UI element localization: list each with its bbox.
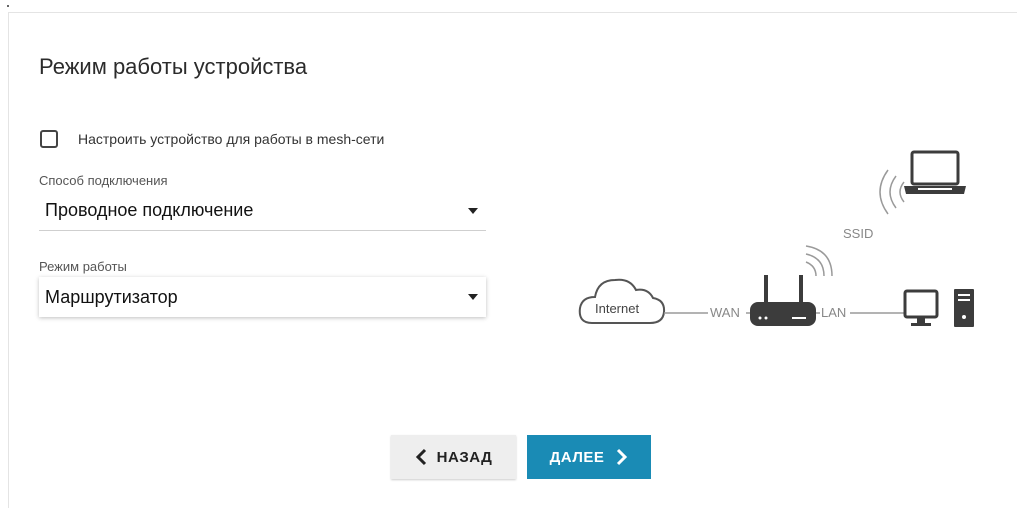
- laptop-wifi-waves-icon: [879, 169, 905, 215]
- work-mode-select[interactable]: Маршрутизатор: [39, 277, 486, 317]
- next-button[interactable]: ДАЛЕЕ: [527, 435, 651, 479]
- mesh-option[interactable]: Настроить устройство для работы в mesh-с…: [40, 130, 384, 148]
- lan-label: LAN: [821, 305, 847, 320]
- mesh-checkbox[interactable]: [40, 130, 58, 148]
- wan-label: WAN: [710, 305, 740, 320]
- laptop-icon: [904, 150, 966, 194]
- connection-type-label: Способ подключения: [39, 173, 168, 188]
- ssid-label: SSID: [843, 226, 874, 241]
- connection-type-value: Проводное подключение: [45, 200, 254, 220]
- page-title: Режим работы устройства: [39, 54, 308, 79]
- back-button[interactable]: НАЗАД: [391, 435, 516, 479]
- chevron-right-icon: [617, 448, 628, 466]
- router-icon: [750, 275, 816, 326]
- work-mode-value: Маршрутизатор: [45, 286, 178, 307]
- network-diagram: Internet WAN LAN SSID: [570, 140, 990, 340]
- next-button-label: ДАЛЕЕ: [549, 448, 605, 466]
- corner-dot: [7, 5, 9, 7]
- internet-label: Internet: [595, 301, 640, 316]
- work-mode-label: Режим работы: [39, 259, 127, 274]
- desktop-computer-icon: [903, 289, 974, 327]
- router-wifi-waves-icon: [805, 245, 833, 277]
- chevron-down-icon: [468, 294, 478, 300]
- chevron-down-icon: [468, 207, 478, 214]
- back-button-label: НАЗАД: [436, 448, 493, 466]
- connection-type-select[interactable]: Проводное подключение: [39, 191, 486, 231]
- mesh-checkbox-label: Настроить устройство для работы в mesh-с…: [78, 131, 385, 147]
- chevron-left-icon: [415, 448, 426, 466]
